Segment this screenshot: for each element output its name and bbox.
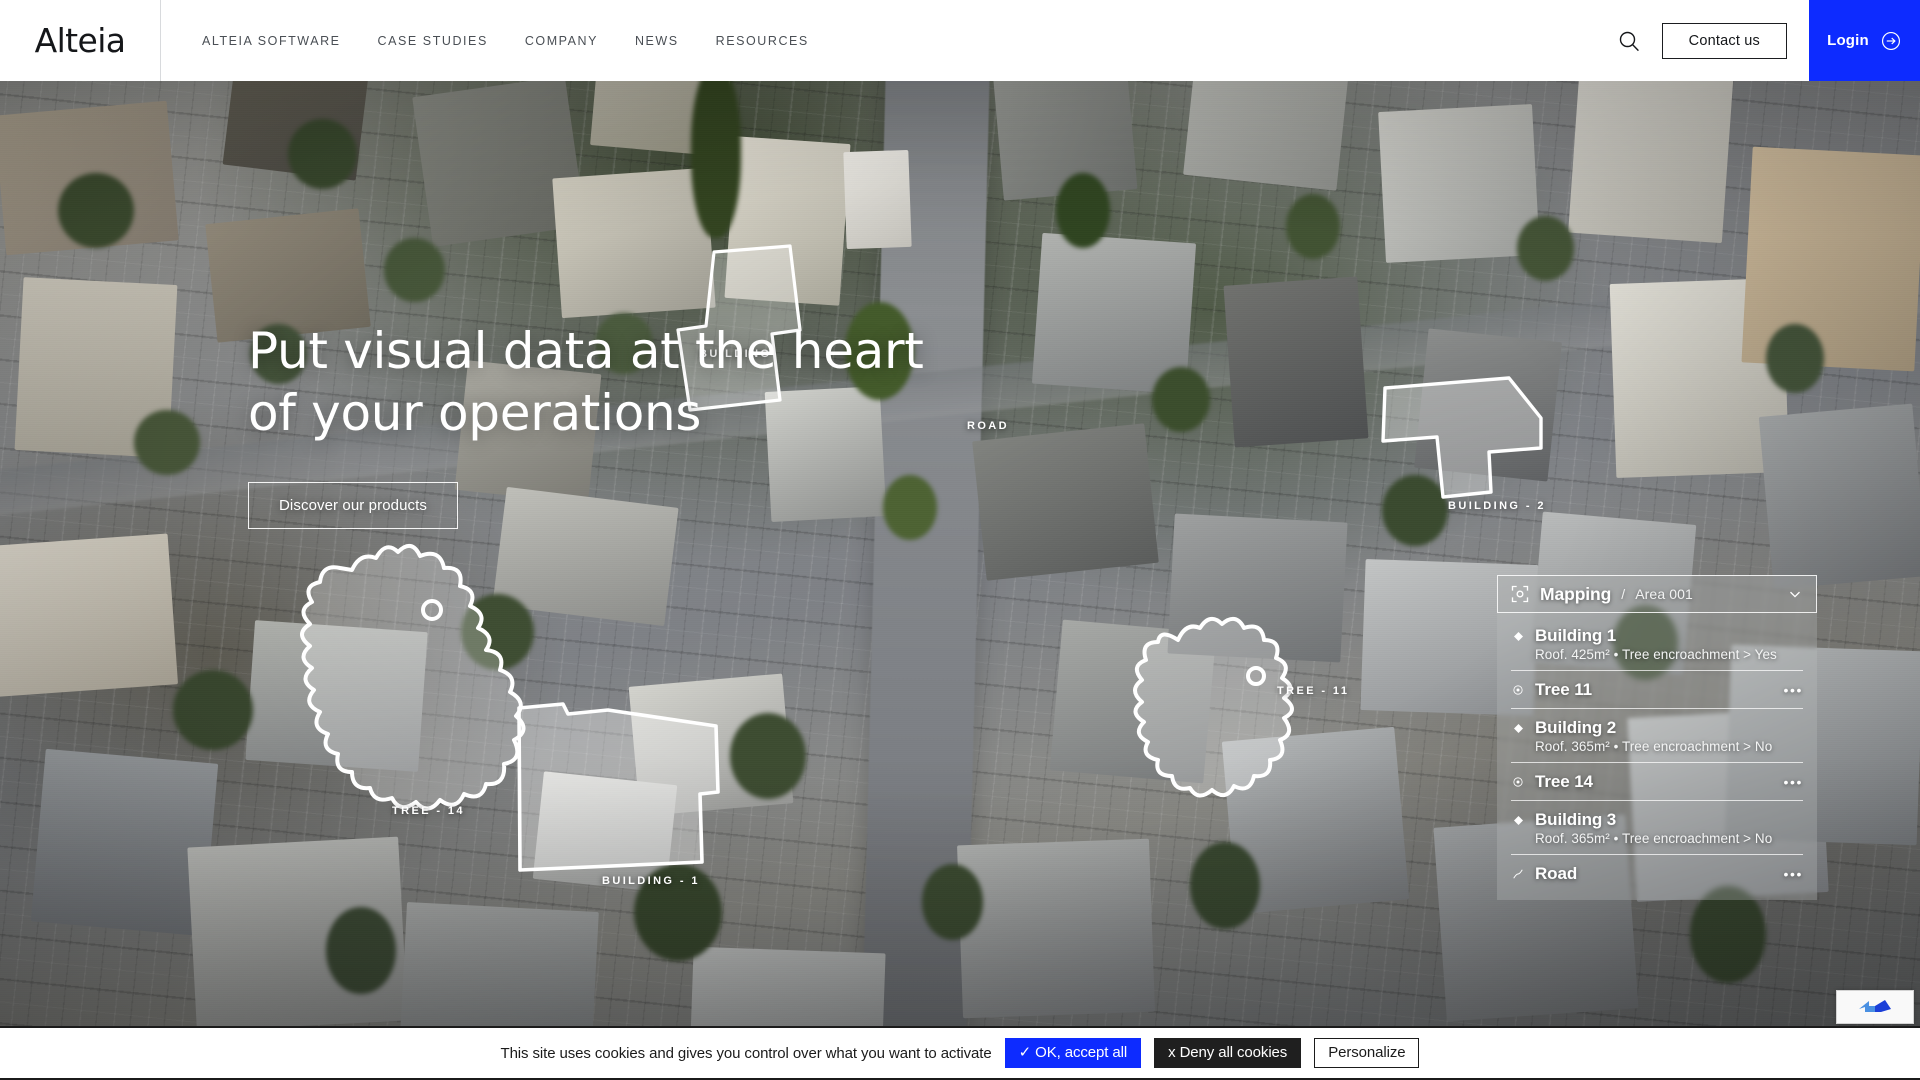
list-item-road[interactable]: Road •••: [1511, 854, 1803, 892]
mapping-panel-list: Building 1 Roof. 425m² • Tree encroachme…: [1497, 613, 1817, 900]
list-item-name: Building 3: [1535, 810, 1616, 830]
recaptcha-badge[interactable]: [1836, 990, 1914, 1024]
discover-products-button[interactable]: Discover our products: [248, 482, 458, 529]
annotation-label-building-2: BUILDING - 2: [1448, 500, 1546, 512]
nav-item-company[interactable]: COMPANY: [525, 34, 598, 48]
logo-link[interactable]: Alteia: [0, 0, 160, 81]
top-navigation-bar: Alteia ALTEIA SOFTWARE CASE STUDIES COMP…: [0, 0, 1920, 81]
nav-item-case-studies[interactable]: CASE STUDIES: [378, 34, 488, 48]
search-icon: [1617, 29, 1641, 53]
hero-title-line-2: of your operations: [248, 384, 701, 442]
list-item-building-2[interactable]: Building 2 Roof. 365m² • Tree encroachme…: [1511, 708, 1803, 762]
nav-item-resources[interactable]: RESOURCES: [716, 34, 809, 48]
personalize-cookies-button[interactable]: Personalize: [1314, 1038, 1419, 1068]
viewfinder-target-icon: [1510, 584, 1530, 604]
mapping-panel-collapse-button[interactable]: [1786, 585, 1804, 603]
hero-title-line-1: Put visual data at the heart: [248, 322, 924, 380]
nav-item-news[interactable]: NEWS: [635, 34, 679, 48]
arrow-right-circle-icon: [1880, 30, 1902, 52]
hero-content: Put visual data at the heart of your ope…: [248, 320, 924, 529]
list-item-meta: Roof. 425m² • Tree encroachment > Yes: [1511, 647, 1803, 662]
list-item-tree-11[interactable]: Tree 11 •••: [1511, 670, 1803, 708]
list-item-name: Building 2: [1535, 718, 1616, 738]
mapping-panel-header[interactable]: Mapping / Area 001: [1497, 575, 1817, 613]
mapping-panel-title: Mapping: [1540, 584, 1611, 605]
list-item-name: Tree 11: [1535, 680, 1592, 700]
list-item-meta: Roof. 365m² • Tree encroachment > No: [1511, 739, 1803, 754]
annotation-label-road: ROAD: [967, 420, 1009, 432]
diamond-marker-icon: [1511, 632, 1525, 641]
circle-target-icon: [1511, 685, 1525, 695]
hero-background-video: [0, 0, 1920, 1080]
annotation-label-building-1: BUILDING - 1: [602, 875, 700, 887]
list-item-name: Tree 14: [1535, 772, 1593, 792]
recaptcha-badge-icon: [1855, 997, 1895, 1017]
list-item-tree-14[interactable]: Tree 14 •••: [1511, 762, 1803, 800]
diamond-marker-icon: [1511, 724, 1525, 733]
diamond-marker-icon: [1511, 816, 1525, 825]
list-item-name: Building 1: [1535, 626, 1616, 646]
search-button[interactable]: [1602, 0, 1656, 81]
cookie-banner-text: This site uses cookies and gives you con…: [501, 1045, 992, 1062]
path-line-icon: [1511, 868, 1525, 880]
contact-us-button[interactable]: Contact us: [1662, 23, 1787, 59]
list-item-building-3[interactable]: Building 3 Roof. 365m² • Tree encroachme…: [1511, 800, 1803, 854]
deny-all-cookies-button[interactable]: x Deny all cookies: [1154, 1038, 1301, 1068]
page-title: Put visual data at the heart of your ope…: [248, 320, 924, 444]
tree-canopies: [0, 0, 1920, 1080]
mapping-panel-separator: /: [1621, 586, 1625, 602]
annotation-label-tree-11: TREE - 11: [1277, 685, 1349, 697]
nav-actions: Contact us Login: [1602, 0, 1920, 81]
annotation-label-tree-14: TREE - 14: [392, 805, 465, 817]
list-item-name: Road: [1535, 864, 1577, 884]
mapping-panel-area: Area 001: [1635, 586, 1693, 602]
list-item-meta: Roof. 365m² • Tree encroachment > No: [1511, 831, 1803, 846]
list-item-menu-button[interactable]: •••: [1783, 778, 1803, 786]
nav-item-alteia-software[interactable]: ALTEIA SOFTWARE: [202, 34, 341, 48]
cookie-consent-banner: This site uses cookies and gives you con…: [0, 1026, 1920, 1080]
list-item-menu-button[interactable]: •••: [1783, 686, 1803, 694]
main-nav: ALTEIA SOFTWARE CASE STUDIES COMPANY NEW…: [161, 0, 809, 81]
list-item-menu-button[interactable]: •••: [1783, 870, 1803, 878]
login-button[interactable]: Login: [1809, 0, 1920, 81]
page-root: BUILDING ROAD BUILDING - 2 TREE - 11 TRE…: [0, 0, 1920, 1080]
circle-target-icon: [1511, 777, 1525, 787]
login-label: Login: [1827, 32, 1869, 49]
accept-all-cookies-button[interactable]: ✓ OK, accept all: [1005, 1038, 1142, 1068]
mapping-panel: Mapping / Area 001 Building 1 Roof. 425m…: [1497, 575, 1817, 900]
list-item-building-1[interactable]: Building 1 Roof. 425m² • Tree encroachme…: [1511, 617, 1803, 670]
chevron-down-icon: [1786, 585, 1804, 603]
brand-logo: Alteia: [35, 21, 126, 60]
